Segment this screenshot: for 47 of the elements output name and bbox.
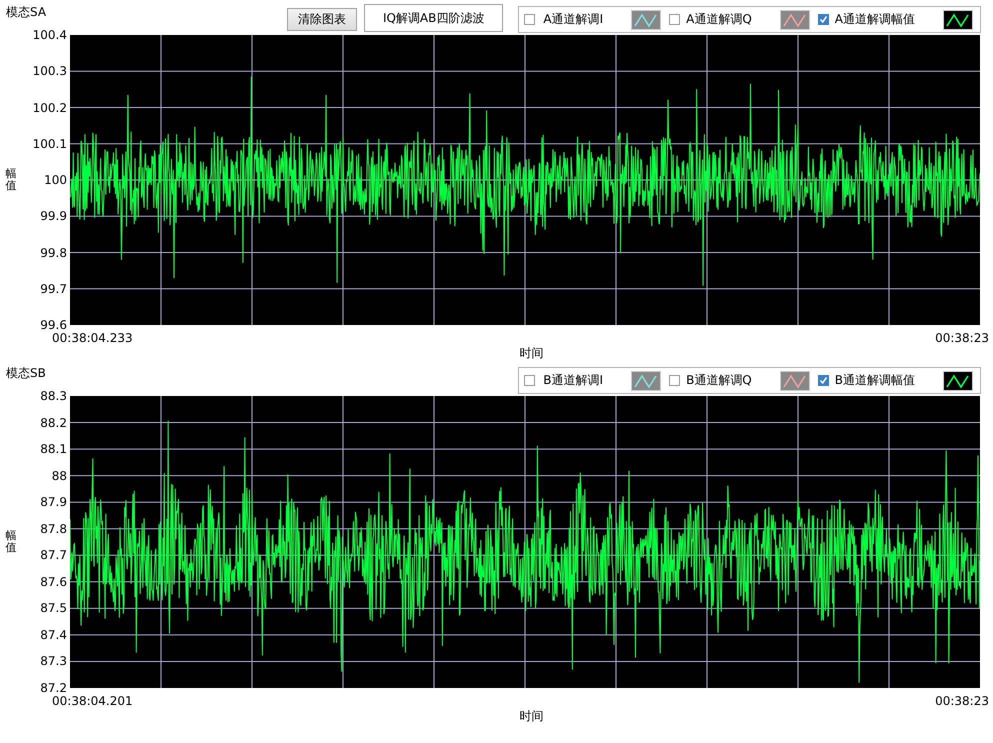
tick-label: 87.9 — [40, 495, 67, 510]
checkbox[interactable] — [669, 375, 680, 386]
line-style-icon[interactable] — [943, 370, 973, 390]
tick-label: 100.4 — [32, 28, 67, 42]
axis-label: 时间 — [520, 346, 544, 360]
checkbox[interactable] — [669, 14, 680, 25]
tick-label: 87.8 — [40, 522, 67, 536]
tick-label: 00:38:04.233 — [52, 330, 133, 347]
legend-label: A通道解调I — [543, 11, 604, 28]
tick-label: 100.3 — [32, 64, 67, 78]
checkbox[interactable] — [524, 14, 536, 25]
tick-label: 100 — [44, 173, 67, 187]
chart-title: 模态SA — [5, 4, 46, 21]
axis-label: 时间 — [520, 709, 544, 723]
clear-chart-button[interactable]: 清除图表 — [286, 8, 357, 31]
tick-label: 00:38:23 — [935, 330, 989, 347]
tick-label: 87.7 — [40, 548, 67, 562]
tick-label: 99.7 — [40, 282, 67, 296]
tick-label: 88.3 — [40, 389, 67, 403]
checkbox[interactable] — [524, 375, 536, 386]
tick-label: 00:38:23 — [935, 693, 989, 710]
tick-label: 99.8 — [40, 246, 67, 260]
tick-label: 100.1 — [32, 136, 67, 151]
tick-label: 87.5 — [40, 601, 67, 616]
tick-label: 87.2 — [40, 680, 67, 695]
axis-label: 幅值 — [6, 530, 16, 554]
tick-label: 87.3 — [40, 654, 67, 668]
tick-label: 88 — [52, 468, 67, 483]
legend-label: A通道解调Q — [686, 11, 752, 28]
tick-label: 87.4 — [40, 628, 67, 642]
tick-label: 88.2 — [40, 416, 67, 430]
tick-label: 88.1 — [40, 442, 67, 456]
legend-label: B通道解调Q — [686, 372, 752, 389]
tick-label: 00:38:04.201 — [52, 693, 133, 710]
tick-label: 100.2 — [32, 100, 67, 114]
tick-label: 99.6 — [40, 318, 67, 332]
tick-label: 99.9 — [40, 209, 67, 224]
line-style-icon[interactable] — [943, 10, 973, 30]
legend-label: B通道解调幅值 — [834, 372, 915, 389]
mode-display: IQ解调AB四阶滤波 — [364, 4, 504, 32]
checkbox[interactable] — [818, 375, 829, 386]
axis-label: 幅值 — [6, 168, 16, 192]
legend-label: A通道解调幅值 — [834, 11, 915, 28]
chart-title: 模态SB — [5, 365, 46, 382]
legend-label: B通道解调I — [543, 372, 604, 389]
checkbox[interactable] — [818, 14, 829, 25]
tick-label: 87.6 — [40, 574, 67, 589]
